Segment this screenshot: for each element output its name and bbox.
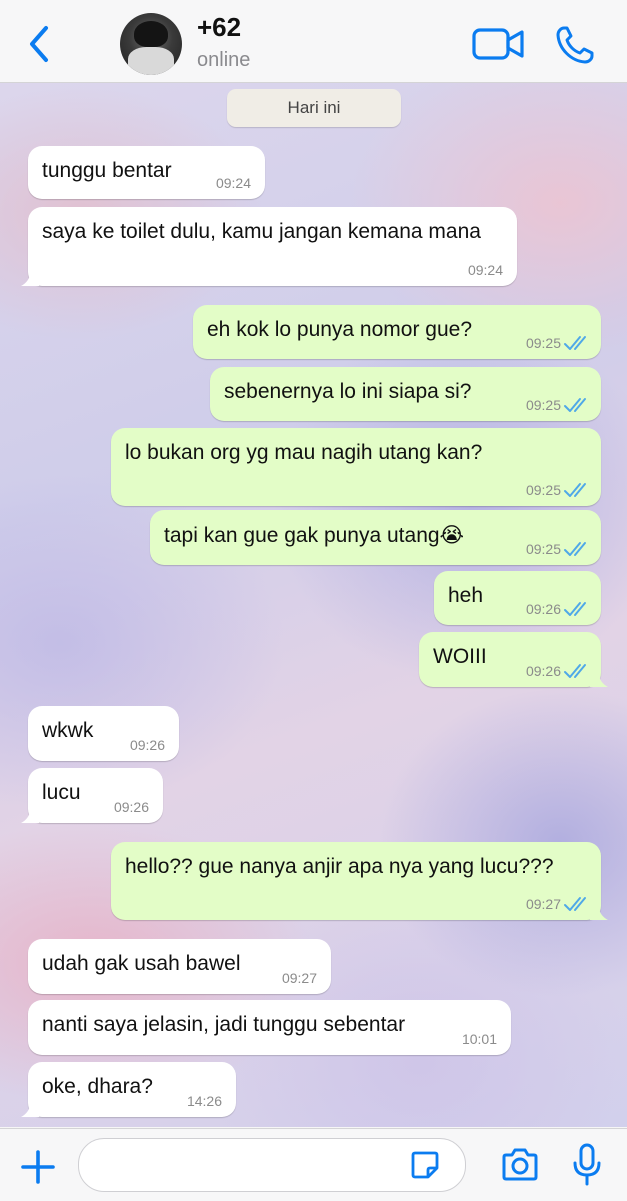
video-call-icon[interactable] — [472, 26, 524, 62]
read-receipt-icon — [564, 664, 586, 678]
outgoing-message[interactable]: lo bukan org yg mau nagih utang kan? 09:2… — [111, 428, 601, 506]
incoming-message[interactable]: lucu 09:26 — [21, 768, 163, 823]
message-text: wkwk — [42, 719, 94, 742]
message-text: tunggu bentar — [42, 159, 172, 182]
plus-icon[interactable] — [20, 1149, 56, 1185]
outgoing-message[interactable]: WOIII 09:26 — [419, 632, 608, 687]
message-text: lo bukan org yg mau nagih utang kan? — [125, 441, 483, 464]
message-text: tapi kan gue gak punya utang😭 — [164, 524, 465, 547]
date-separator: Hari ini — [227, 89, 401, 127]
message-text: oke, dhara? — [42, 1075, 153, 1098]
message-text: eh kok lo punya nomor gue? — [207, 318, 473, 341]
message-text: udah gak usah bawel — [42, 952, 241, 975]
incoming-message[interactable]: wkwk 09:26 — [28, 706, 179, 761]
bubble-tail-icon — [590, 902, 608, 920]
incoming-message[interactable]: oke, dhara? 14:26 — [21, 1062, 236, 1117]
message-text: saya ke toilet dulu, kamu jangan kemana … — [42, 220, 481, 243]
message-text: hello?? gue nanya anjir apa nya yang luc… — [125, 855, 554, 878]
message-text: nanti saya jelasin, jadi tunggu sebentar — [42, 1013, 406, 1036]
bubble-tail-icon — [21, 1099, 39, 1117]
message-input[interactable] — [97, 1149, 411, 1183]
read-receipt-icon — [564, 336, 586, 350]
message-time: 09:25 — [525, 335, 561, 351]
incoming-message[interactable]: nanti saya jelasin, jadi tunggu sebentar… — [28, 1000, 511, 1055]
message-time: 09:26 — [525, 663, 561, 679]
outgoing-message[interactable]: hello?? gue nanya anjir apa nya yang luc… — [111, 842, 608, 920]
message-text: sebenernya lo ini siapa si? — [224, 380, 472, 403]
message-time: 09:27 — [525, 896, 561, 912]
phone-icon[interactable] — [555, 25, 595, 65]
bubble-tail-icon — [21, 805, 39, 823]
incoming-message[interactable]: saya ke toilet dulu, kamu jangan kemana … — [21, 207, 517, 286]
contact-avatar[interactable] — [120, 13, 182, 75]
back-chevron-icon[interactable] — [24, 22, 54, 66]
outgoing-message[interactable]: tapi kan gue gak punya utang😭 09:25 — [150, 510, 601, 565]
read-receipt-icon — [564, 542, 586, 556]
outgoing-message[interactable]: heh 09:26 — [434, 571, 601, 625]
incoming-message[interactable]: tunggu bentar 09:24 — [28, 146, 265, 199]
chat-header: +62 online — [0, 0, 627, 83]
message-time: 10:01 — [461, 1031, 497, 1047]
message-text: WOIII — [433, 645, 487, 668]
message-time: 09:24 — [215, 175, 251, 191]
outgoing-message[interactable]: sebenernya lo ini siapa si? 09:25 — [210, 367, 601, 421]
read-receipt-icon — [564, 398, 586, 412]
contact-status: online — [197, 49, 251, 71]
microphone-icon[interactable] — [572, 1143, 602, 1187]
sticker-icon[interactable] — [409, 1149, 441, 1181]
message-time: 09:26 — [525, 601, 561, 617]
read-receipt-icon — [564, 602, 586, 616]
message-list[interactable]: Hari ini tunggu bentar 09:24 saya ke toile… — [0, 83, 627, 1127]
incoming-message[interactable]: udah gak usah bawel 09:27 — [28, 939, 331, 994]
message-time: 09:26 — [129, 737, 165, 753]
contact-name[interactable]: +62 — [197, 12, 241, 43]
message-time: 09:26 — [113, 799, 149, 815]
read-receipt-icon — [564, 483, 586, 497]
camera-icon[interactable] — [500, 1147, 540, 1183]
bubble-tail-icon — [21, 268, 39, 286]
composer-bar — [0, 1128, 627, 1201]
bubble-tail-icon — [590, 669, 608, 687]
message-text: heh — [448, 584, 484, 607]
message-input-field[interactable] — [78, 1138, 466, 1192]
message-time: 09:25 — [525, 541, 561, 557]
message-time: 09:24 — [467, 262, 503, 278]
read-receipt-icon — [564, 897, 586, 911]
message-text: lucu — [42, 781, 81, 804]
message-time: 09:25 — [525, 482, 561, 498]
message-time: 09:25 — [525, 397, 561, 413]
message-time: 09:27 — [281, 970, 317, 986]
outgoing-message[interactable]: eh kok lo punya nomor gue? 09:25 — [193, 305, 601, 359]
message-time: 14:26 — [186, 1093, 222, 1109]
